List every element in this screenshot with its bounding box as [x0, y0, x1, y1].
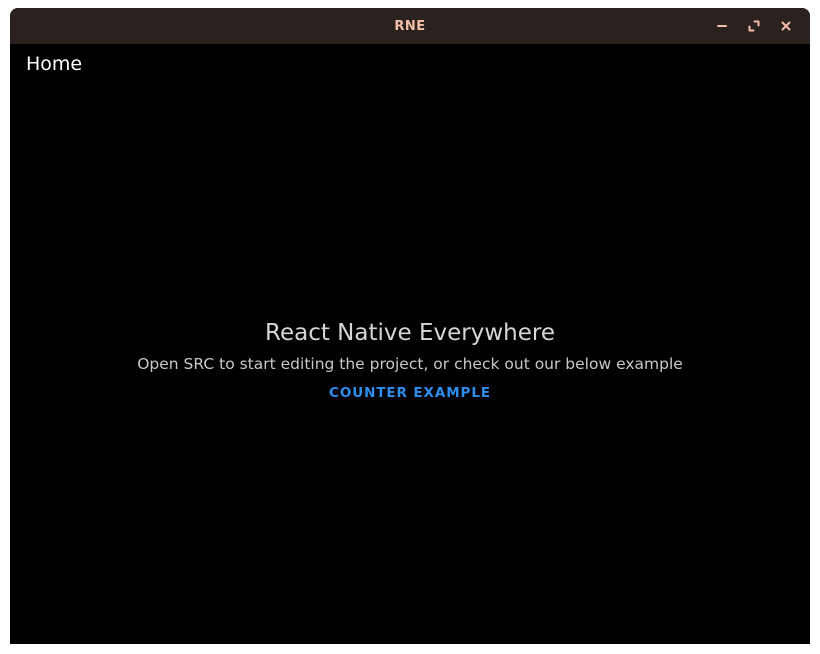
subtitle: Open SRC to start editing the project, o…: [137, 355, 683, 373]
window-controls: [706, 8, 802, 44]
maximize-button[interactable]: [738, 8, 770, 44]
window-title: RNE: [394, 18, 426, 34]
close-icon: [781, 21, 791, 31]
counter-example-button[interactable]: COUNTER EXAMPLE: [329, 382, 491, 404]
maximize-icon: [748, 20, 760, 32]
minimize-button[interactable]: [706, 8, 738, 44]
app-window: RNE Home React Native Everywhere Open SR…: [10, 8, 810, 644]
headline: React Native Everywhere: [265, 320, 555, 346]
welcome-section: React Native Everywhere Open SRC to star…: [10, 316, 810, 404]
screen-content: Home React Native Everywhere Open SRC to…: [10, 44, 810, 644]
title-bar[interactable]: RNE: [10, 8, 810, 44]
minimize-icon: [717, 25, 727, 27]
page-title: Home: [26, 53, 83, 75]
close-button[interactable]: [770, 8, 802, 44]
